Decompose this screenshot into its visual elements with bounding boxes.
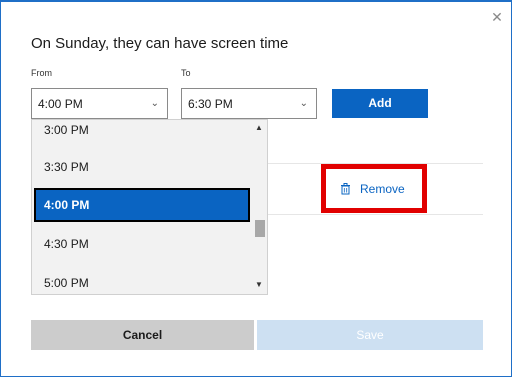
time-dropdown-list[interactable]: 3:00 PM 3:30 PM 4:00 PM 4:30 PM 5:00 PM … <box>31 119 268 295</box>
dialog-window: ✕ On Sunday, they can have screen time F… <box>0 0 512 377</box>
scroll-up-icon[interactable]: ▲ <box>255 123 263 132</box>
to-select[interactable]: 6:30 PM ⌄ <box>181 88 317 119</box>
time-option[interactable]: 5:00 PM <box>34 266 250 294</box>
from-select[interactable]: 4:00 PM ⌄ <box>31 88 168 119</box>
to-select-value: 6:30 PM <box>188 97 233 111</box>
remove-button[interactable]: Remove <box>340 182 405 196</box>
dialog-title: On Sunday, they can have screen time <box>31 35 289 52</box>
add-button[interactable]: Add <box>332 89 428 118</box>
chevron-down-icon: ⌄ <box>299 98 308 109</box>
save-button[interactable]: Save <box>257 320 483 350</box>
from-select-value: 4:00 PM <box>38 97 83 111</box>
remove-label: Remove <box>360 182 405 196</box>
time-option-selected[interactable]: 4:00 PM <box>34 188 250 222</box>
to-label: To <box>181 68 191 78</box>
dropdown-scrollbar[interactable]: ▲ ▼ <box>253 120 267 294</box>
from-label: From <box>31 68 52 78</box>
chevron-down-icon: ⌄ <box>150 98 159 109</box>
scroll-down-icon[interactable]: ▼ <box>255 280 263 289</box>
time-option[interactable]: 3:00 PM <box>34 120 250 147</box>
trash-icon <box>341 183 350 195</box>
close-icon[interactable]: ✕ <box>490 10 504 24</box>
time-option[interactable]: 3:30 PM <box>34 150 250 184</box>
cancel-button[interactable]: Cancel <box>31 320 254 350</box>
scroll-thumb[interactable] <box>255 220 265 237</box>
time-option[interactable]: 4:30 PM <box>34 227 250 261</box>
